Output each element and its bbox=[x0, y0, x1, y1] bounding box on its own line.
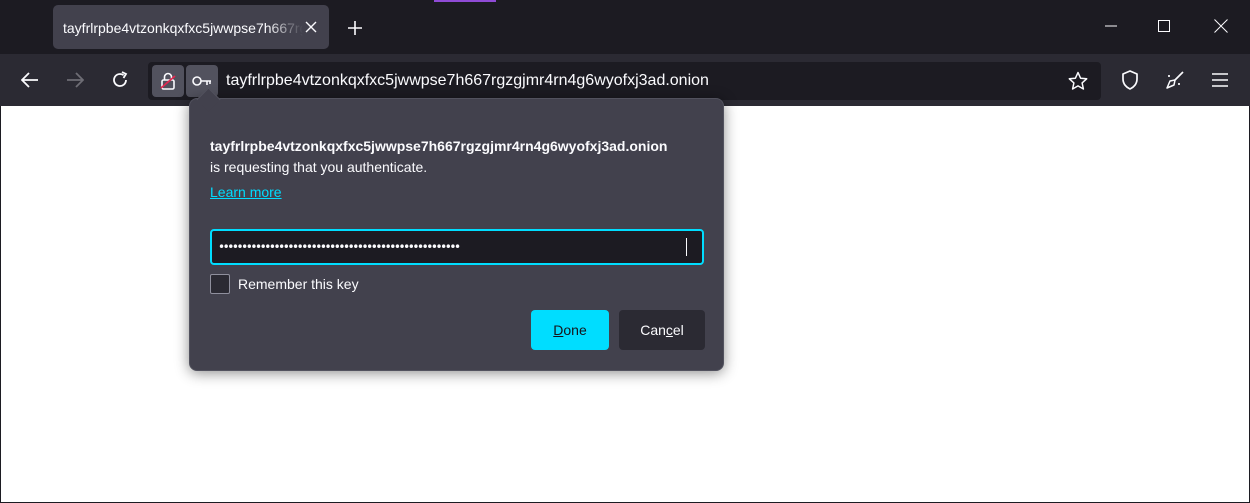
text-caret bbox=[686, 238, 687, 256]
url-text[interactable]: tayfrlrpbe4vtzonkqxfxc5jwwpse7h667rgzgjm… bbox=[226, 71, 709, 91]
url-bar[interactable]: tayfrlrpbe4vtzonkqxfxc5jwwpse7h667rgzgjm… bbox=[148, 62, 1101, 100]
window-close-icon[interactable] bbox=[1209, 14, 1233, 38]
tab-close-icon[interactable] bbox=[301, 17, 321, 37]
tab-active[interactable]: tayfrlrpbe4vtzonkqxfxc5jwwpse7h667rgzgjm… bbox=[53, 5, 329, 49]
tab-strip: tayfrlrpbe4vtzonkqxfxc5jwwpse7h667rgzgjm… bbox=[0, 0, 1250, 54]
remember-key-checkbox[interactable] bbox=[210, 274, 230, 294]
maximize-icon[interactable] bbox=[1152, 14, 1176, 38]
forward-arrow-icon[interactable] bbox=[59, 64, 91, 96]
done-rest: one bbox=[563, 322, 587, 338]
learn-more-link[interactable]: Learn more bbox=[210, 183, 282, 201]
tab-strip-accent bbox=[434, 0, 496, 2]
cancel-pre: Can bbox=[640, 322, 666, 338]
onion-auth-popup: tayfrlrpbe4vtzonkqxfxc5jwwpse7h667rgzgjm… bbox=[189, 87, 724, 371]
cancel-accel: c bbox=[665, 322, 673, 338]
reload-icon[interactable] bbox=[104, 64, 136, 96]
key-input[interactable] bbox=[210, 229, 704, 265]
cancel-post: el bbox=[672, 322, 684, 338]
done-button[interactable]: Done bbox=[531, 310, 609, 350]
back-arrow-icon[interactable] bbox=[14, 64, 46, 96]
broom-icon[interactable] bbox=[1159, 64, 1191, 96]
popup-host: tayfrlrpbe4vtzonkqxfxc5jwwpse7h667rgzgjm… bbox=[210, 138, 668, 154]
done-accel: D bbox=[553, 322, 564, 338]
cancel-button[interactable]: Cancel bbox=[619, 310, 705, 350]
remember-key-label[interactable]: Remember this key bbox=[238, 275, 359, 293]
popup-request-text: is requesting that you authenticate. bbox=[210, 159, 428, 175]
new-tab-plus-icon[interactable] bbox=[341, 14, 369, 42]
tab-title: tayfrlrpbe4vtzonkqxfxc5jwwpse7h667rgzgjm… bbox=[63, 20, 303, 36]
minimize-icon[interactable] bbox=[1099, 14, 1123, 38]
lock-broken-icon[interactable] bbox=[152, 65, 184, 97]
bookmark-star-icon[interactable] bbox=[1066, 69, 1090, 93]
hamburger-menu-icon[interactable] bbox=[1204, 64, 1236, 96]
shield-icon[interactable] bbox=[1114, 64, 1146, 96]
